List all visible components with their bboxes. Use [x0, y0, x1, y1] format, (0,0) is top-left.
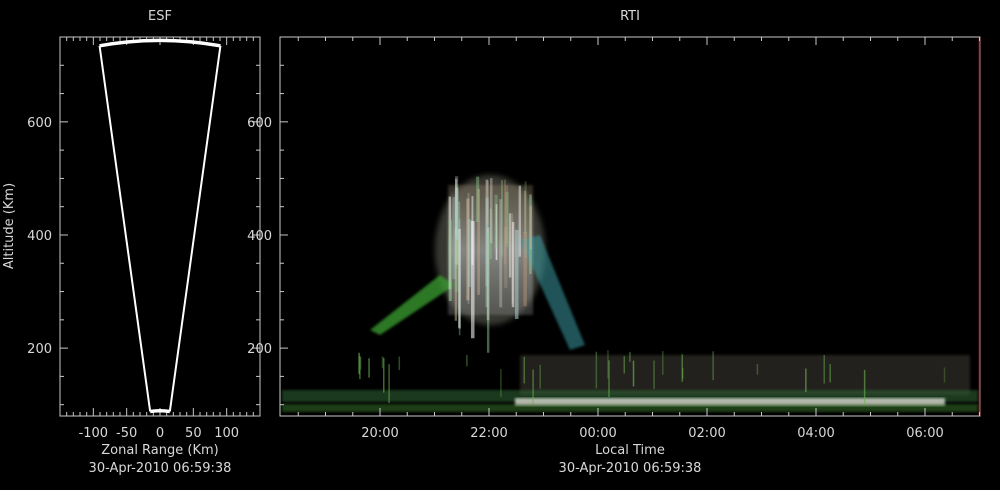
rti-echo-streak: [508, 213, 512, 278]
esf-fan: [98, 38, 222, 414]
figure: ESF RTI 200 400 600 -100 -50 0 50 100 Altitude …: [2, 9, 981, 476]
rti-echo-streak: [511, 221, 515, 308]
rti-echo-streak: [623, 356, 626, 374]
rti-echo-streak: [712, 351, 714, 381]
esf-xlabel: Zonal Range (Km): [101, 443, 218, 458]
rti-echo-streak: [466, 354, 468, 367]
rti-echo-streak: [471, 196, 474, 266]
rti-echo-streak: [448, 220, 452, 302]
esf-xtick-label: -100: [79, 426, 109, 441]
rti-xtick-label: 06:00: [906, 426, 943, 441]
rti-echo-streak: [823, 355, 825, 384]
rti-echo-streak: [518, 185, 522, 257]
rti-xtick-label: 20:00: [361, 426, 398, 441]
rti-xlabel: Local Time: [595, 443, 665, 458]
rti-echo-streak: [500, 368, 502, 397]
rti-echo-streak: [529, 205, 532, 250]
rti-ytick-label: 600: [247, 116, 272, 131]
rti-echo-streak: [632, 360, 635, 387]
rti-echo-streak: [359, 357, 362, 370]
esf-ylabel: Altitude (Km): [2, 183, 17, 269]
rti-echo-streak: [523, 231, 527, 307]
rti-echo-streak: [455, 187, 459, 240]
esf-ytick-label: 400: [27, 229, 52, 244]
rti-panel: 20040060020:00 22:00 00:00 02:00 04:00 06:00 …: [247, 36, 981, 476]
esf-axes-frame: [59, 36, 261, 417]
rti-echo-streak: [662, 351, 664, 375]
esf-fan-bottom-arc: [149, 408, 171, 414]
esf-ytick-label: 200: [27, 342, 52, 357]
rti-echo-streak: [539, 364, 541, 389]
esf-title: ESF: [148, 9, 172, 24]
rti-echo-streak: [489, 178, 493, 244]
rti-ytick-label: 400: [247, 229, 272, 244]
rti-xtick-label: 04:00: [797, 426, 834, 441]
rti-echo-streak: [681, 368, 684, 379]
rti-echo-streak: [943, 367, 946, 383]
rti-echo-streak: [381, 356, 384, 369]
esf-xtick-label: 0: [156, 426, 164, 441]
rti-echo-streak: [494, 194, 498, 249]
esf-xtick-label: -50: [116, 426, 137, 441]
esf-panel: 200 400 600 -100 -50 0 50 100 Altitude (Km) Zon…: [2, 36, 261, 476]
esf-ticks: 200 400 600 -100 -50 0 50 100: [27, 37, 260, 441]
rti-echo-streak: [608, 360, 610, 398]
rti-echo-streak: [756, 364, 759, 375]
rti-echo-streak: [629, 351, 631, 362]
rti-echo-streak: [501, 180, 503, 257]
rti-timestamp: 30-Apr-2010 06:59:38: [559, 461, 702, 476]
rti-echo-streak: [514, 229, 519, 319]
rti-echo-streak: [458, 218, 461, 336]
rti-echo-streak: [505, 185, 509, 244]
rti-echo-streak: [368, 358, 370, 378]
rti-ytick-label: 200: [247, 342, 272, 357]
esf-xtick-label: 100: [214, 426, 239, 441]
rti-echo-streak: [523, 356, 526, 384]
esf-fan-left-edge: [98, 45, 152, 412]
rti-bottom-green: [282, 404, 978, 412]
rti-layer-band: [520, 355, 970, 395]
rti-echo-streak: [485, 179, 489, 308]
esf-fan-right-edge: [168, 45, 222, 412]
rti-echo-streak: [477, 188, 480, 295]
rti-echo-streak: [805, 368, 807, 392]
rti-echo-streak: [532, 369, 534, 404]
rti-title: RTI: [620, 9, 640, 24]
rti-echo-streak: [467, 219, 472, 287]
rti-echo-streak: [829, 364, 831, 383]
rti-echo-streak: [863, 369, 866, 406]
rti-echo-streak: [388, 364, 390, 404]
rti-echo-streak: [595, 351, 598, 389]
rti-xtick-label: 00:00: [579, 426, 616, 441]
rti-xtick-label: 22:00: [470, 426, 507, 441]
esf-timestamp: 30-Apr-2010 06:59:38: [89, 461, 232, 476]
rti-xtick-label: 02:00: [688, 426, 725, 441]
rti-echo-streak: [653, 360, 655, 389]
esf-xtick-label: 50: [185, 426, 202, 441]
esf-ytick-label: 600: [27, 116, 52, 131]
rti-echo-streak: [398, 356, 401, 370]
